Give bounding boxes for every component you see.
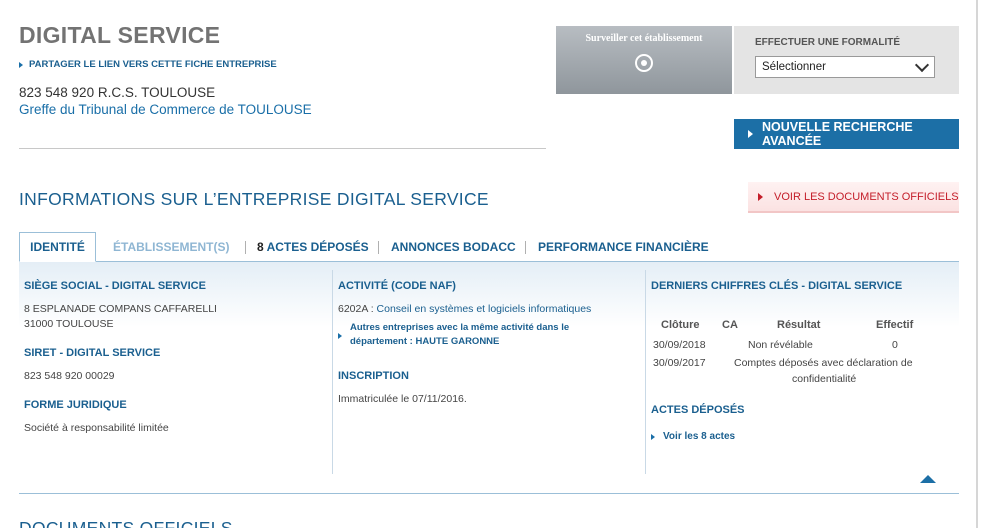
header-divider	[19, 148, 546, 149]
formality-label: EFFECTUER UNE FORMALITÉ	[755, 37, 900, 48]
row1-effectif: 0	[892, 339, 898, 351]
back-to-top-icon[interactable]	[920, 475, 936, 483]
row2-note-line-1: Comptes déposés avec déclaration de	[734, 357, 913, 369]
formality-box: EFFECTUER UNE FORMALITÉ Sélectionner	[734, 26, 959, 94]
page-right-border	[976, 0, 978, 528]
forme-juridique-value: Société à responsabilité limitée	[24, 422, 169, 434]
col-header-effectif: Effectif	[876, 319, 914, 331]
arrow-right-icon	[338, 333, 342, 339]
forme-juridique-title: FORME JURIDIQUE	[24, 399, 127, 411]
next-section-title: DOCUMENTS OFFICIELS	[19, 518, 233, 528]
docs-button-label: VOIR LES DOCUMENTS OFFICIELS	[774, 190, 959, 203]
tab-annonces-bodacc[interactable]: ANNONCES BODACC	[391, 232, 516, 262]
actes-count: 8	[257, 240, 264, 254]
tab-identite[interactable]: IDENTITÉ	[19, 232, 96, 262]
col-header-ca: CA	[722, 319, 738, 331]
new-advanced-search-button[interactable]: NOUVELLE RECHERCHE AVANCÉE	[734, 119, 959, 149]
col-header-cloture: Clôture	[661, 319, 700, 331]
watch-establishment-button[interactable]: Surveiller cet établissement	[556, 26, 732, 94]
same-activity-line-2: département : HAUTE GARONNE	[350, 336, 500, 347]
arrow-right-icon	[19, 61, 23, 68]
naf-code-value: 6202A :	[338, 303, 377, 315]
view-official-documents-button[interactable]: VOIR LES DOCUMENTS OFFICIELS	[748, 182, 959, 213]
column-divider	[645, 270, 646, 474]
greffe-name: Greffe du Tribunal de Commerce de TOULOU…	[19, 102, 312, 117]
tab-divider	[245, 241, 246, 254]
arrow-right-icon	[758, 192, 763, 201]
share-link[interactable]: PARTAGER LE LIEN VERS CETTE FICHE ENTREP…	[19, 59, 277, 70]
view-actes-link[interactable]: Voir les 8 actes	[663, 430, 735, 444]
rcs-number: 823 548 920 R.C.S. TOULOUSE	[19, 85, 216, 100]
formality-select-value: Sélectionner	[762, 61, 826, 73]
naf-code: 6202A : Conseil en systèmes et logiciels…	[338, 302, 591, 317]
inscription-title: INSCRIPTION	[338, 370, 409, 382]
naf-activity-link[interactable]: Conseil en systèmes et logiciels informa…	[377, 303, 592, 315]
key-figures-title: DERNIERS CHIFFRES CLÉS - DIGITAL SERVICE	[651, 280, 903, 292]
tab-performance-financiere[interactable]: PERFORMANCE FINANCIÈRE	[538, 232, 709, 262]
share-link-label: PARTAGER LE LIEN VERS CETTE FICHE ENTREP…	[29, 59, 277, 70]
section-title: INFORMATIONS SUR L’ENTREPRISE DIGITAL SE…	[19, 189, 489, 209]
formality-select[interactable]: Sélectionner	[755, 56, 935, 78]
col-header-resultat: Résultat	[777, 319, 821, 331]
row1-note: Non révélable	[748, 339, 813, 351]
address-line-1: 8 ESPLANADE COMPANS CAFFARELLI	[24, 303, 217, 315]
row2-note-line-2: confidentialité	[792, 373, 857, 385]
tab-divider	[378, 241, 379, 254]
row1-cloture: 30/09/2018	[653, 339, 706, 351]
siret-value: 823 548 920 00029	[24, 370, 115, 382]
tab-bar: IDENTITÉ ÉTABLISSEMENT(S) 8 ACTES DÉPOSÉ…	[19, 232, 959, 262]
chevron-down-icon	[914, 57, 930, 73]
siret-title: SIRET - DIGITAL SERVICE	[24, 347, 161, 359]
siege-social-title: SIÈGE SOCIAL - DIGITAL SERVICE	[24, 280, 206, 292]
tab-divider	[525, 241, 526, 254]
actes-tab-label: ACTES DÉPOSÉS	[263, 240, 369, 254]
row2-cloture: 30/09/2017	[653, 357, 706, 369]
company-title: DIGITAL SERVICE	[19, 22, 221, 48]
watch-label: Surveiller cet établissement	[585, 33, 703, 44]
tab-etablissements[interactable]: ÉTABLISSEMENT(S)	[113, 232, 229, 262]
column-divider	[332, 270, 333, 474]
address-line-2: 31000 TOULOUSE	[24, 318, 114, 330]
target-icon	[635, 54, 653, 72]
actes-deposes-title: ACTES DÉPOSÉS	[651, 404, 745, 416]
arrow-right-icon	[748, 130, 753, 138]
new-search-label: NOUVELLE RECHERCHE AVANCÉE	[762, 120, 913, 148]
arrow-right-icon	[651, 434, 655, 440]
tab-actes-deposes[interactable]: 8 ACTES DÉPOSÉS	[257, 232, 369, 262]
same-activity-link[interactable]: Autres entreprises avec la même activité…	[350, 321, 569, 349]
section-divider	[19, 493, 959, 494]
same-activity-line-1: Autres entreprises avec la même activité…	[350, 322, 570, 333]
inscription-value: Immatriculée le 07/11/2016.	[338, 393, 467, 405]
activity-title: ACTIVITÉ (CODE NAF)	[338, 280, 456, 292]
